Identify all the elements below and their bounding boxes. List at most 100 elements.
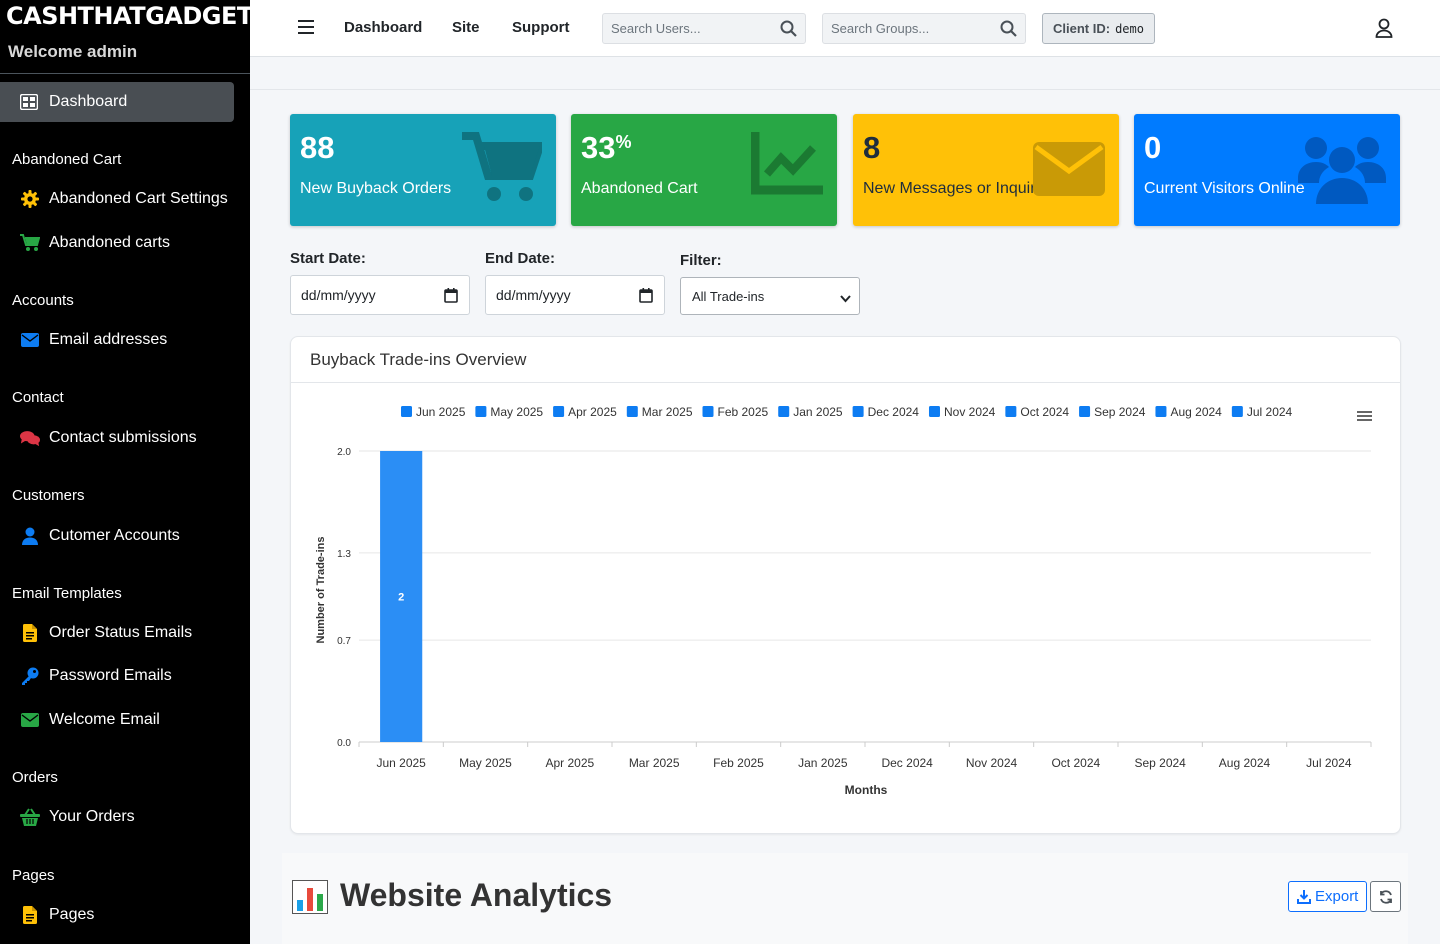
stat-box-new-messages[interactable]: 8 New Messages or Inquiries: [853, 114, 1119, 226]
comments-icon: [20, 428, 40, 448]
stat-box-buyback-orders[interactable]: 88 New Buyback Orders: [290, 114, 556, 226]
legend-item[interactable]: Jun 2025: [401, 405, 466, 419]
filter-label: Filter:: [680, 252, 722, 269]
chart-line-icon: [750, 132, 823, 203]
sidebar-heading-abandoned-cart: Abandoned Cart: [12, 151, 122, 168]
trade-ins-chart-card: Buyback Trade-ins Overview Jun 2025 May 2…: [290, 336, 1401, 834]
legend-swatch: [702, 406, 714, 417]
nav-link-support[interactable]: Support: [512, 19, 570, 36]
stat-value: 88: [300, 130, 335, 165]
search-users-placeholder: Search Users...: [611, 21, 701, 36]
legend-item[interactable]: Oct 2024: [1005, 405, 1069, 419]
calendar-icon[interactable]: [639, 288, 653, 306]
search-icon[interactable]: [780, 20, 797, 40]
legend-item[interactable]: May 2025: [475, 405, 543, 419]
nav-link-dashboard[interactable]: Dashboard: [344, 19, 422, 36]
legend-label: Jun 2025: [416, 405, 466, 419]
filter-selected-value: All Trade-ins: [692, 288, 765, 304]
dashboard-grid-icon: [20, 94, 40, 110]
x-tick-label: May 2025: [459, 756, 512, 770]
chevron-down-icon: [840, 291, 851, 306]
x-tick-label: Feb 2025: [713, 756, 764, 770]
sidebar-item-order-status-emails[interactable]: Order Status Emails: [20, 623, 192, 643]
legend-item[interactable]: Nov 2024: [928, 405, 996, 419]
sidebar-item-email-addresses[interactable]: Email addresses: [20, 330, 167, 350]
chart-menu-icon[interactable]: [1357, 411, 1372, 421]
hamburger-menu-icon[interactable]: [298, 20, 314, 34]
bar-chart-icon: [291, 879, 329, 919]
user-account-icon[interactable]: [1375, 18, 1393, 43]
sidebar-item-label: Abandoned Cart Settings: [49, 190, 228, 207]
card-title: Buyback Trade-ins Overview: [310, 350, 527, 369]
sidebar-item-contact-submissions[interactable]: Contact submissions: [20, 428, 197, 448]
brand-logo[interactable]: CASHTHATGADGET: [6, 2, 253, 30]
search-groups-input[interactable]: Search Groups...: [822, 13, 1026, 44]
sidebar-item-customer-accounts[interactable]: Cutomer Accounts: [20, 526, 180, 546]
sidebar-item-pages[interactable]: Pages: [20, 905, 94, 925]
data-label: 2: [398, 592, 404, 604]
x-tick-label: Jul 2024: [1306, 756, 1352, 770]
legend-label: Nov 2024: [944, 405, 996, 419]
start-date-input[interactable]: dd/mm/yyyy: [290, 275, 470, 315]
sidebar-heading-customers: Customers: [12, 487, 85, 504]
sidebar-heading-accounts: Accounts: [12, 292, 74, 309]
sidebar-item-welcome-email[interactable]: Welcome Email: [20, 710, 160, 730]
sidebar-item-dashboard[interactable]: Dashboard: [0, 82, 234, 122]
users-icon: [1298, 134, 1386, 209]
sidebar-item-abandoned-carts[interactable]: Abandoned carts: [20, 233, 170, 253]
client-id-label: Client ID:: [1053, 21, 1111, 36]
file-icon: [20, 623, 40, 643]
calendar-icon[interactable]: [444, 288, 458, 306]
export-button[interactable]: Export: [1288, 881, 1368, 912]
legend-item[interactable]: Dec 2024: [852, 405, 920, 419]
file-icon: [20, 905, 40, 925]
cart-icon: [462, 132, 546, 209]
legend-item[interactable]: Jul 2024: [1231, 405, 1293, 419]
y-tick-label: 1.3: [337, 549, 351, 560]
top-navbar: Dashboard Site Support Search Users... S…: [250, 0, 1440, 57]
envelope-icon: [20, 330, 40, 350]
legend-item[interactable]: Mar 2025: [626, 405, 693, 419]
legend-label: Feb 2025: [718, 405, 769, 419]
x-tick-label: Oct 2024: [1051, 756, 1100, 770]
legend-label: Oct 2024: [1020, 405, 1069, 419]
export-label: Export: [1315, 888, 1359, 905]
sidebar-item-your-orders[interactable]: Your Orders: [20, 807, 135, 827]
legend-label: Dec 2024: [868, 405, 920, 419]
y-tick-label: 0.7: [337, 636, 351, 647]
legend-item[interactable]: Apr 2025: [553, 405, 617, 419]
x-axis-title: Months: [845, 783, 888, 797]
y-tick-label: 2.0: [337, 447, 351, 458]
end-date-value: dd/mm/yyyy: [496, 287, 571, 303]
sidebar-item-label: Contact submissions: [49, 429, 197, 446]
y-axis-title: Number of Trade-ins: [315, 537, 327, 644]
x-tick-label: Dec 2024: [881, 756, 933, 770]
legend-swatch: [928, 406, 940, 417]
stat-box-abandoned-cart[interactable]: 33% Abandoned Cart: [571, 114, 837, 226]
user-icon: [20, 526, 40, 546]
nav-link-site[interactable]: Site: [452, 19, 480, 36]
legend-swatch: [852, 406, 864, 417]
legend-item[interactable]: Jan 2025: [778, 405, 843, 419]
filter-select[interactable]: All Trade-ins: [680, 277, 860, 315]
end-date-label: End Date:: [485, 250, 556, 267]
welcome-text: Welcome admin: [8, 42, 138, 61]
search-users-input[interactable]: Search Users...: [602, 13, 806, 44]
legend-item[interactable]: Aug 2024: [1155, 405, 1222, 419]
legend-label: Apr 2025: [568, 405, 617, 419]
stat-box-visitors-online[interactable]: 0 Current Visitors Online: [1134, 114, 1400, 226]
end-date-input[interactable]: dd/mm/yyyy: [485, 275, 665, 315]
sidebar-item-abandoned-cart-settings[interactable]: Abandoned Cart Settings: [20, 189, 228, 209]
stat-value: 0: [1144, 130, 1162, 165]
start-date-label: Start Date:: [290, 250, 366, 267]
stat-label: Abandoned Cart: [581, 180, 698, 197]
legend-item[interactable]: Feb 2025: [702, 405, 769, 419]
refresh-button[interactable]: [1370, 881, 1401, 912]
legend-swatch: [1155, 406, 1167, 417]
gear-icon: [20, 189, 40, 209]
legend-swatch: [778, 406, 790, 417]
sidebar-item-password-emails[interactable]: Password Emails: [20, 666, 172, 686]
search-icon[interactable]: [1000, 20, 1017, 40]
analytics-title: Website Analytics: [340, 877, 613, 913]
legend-item[interactable]: Sep 2024: [1079, 405, 1146, 419]
